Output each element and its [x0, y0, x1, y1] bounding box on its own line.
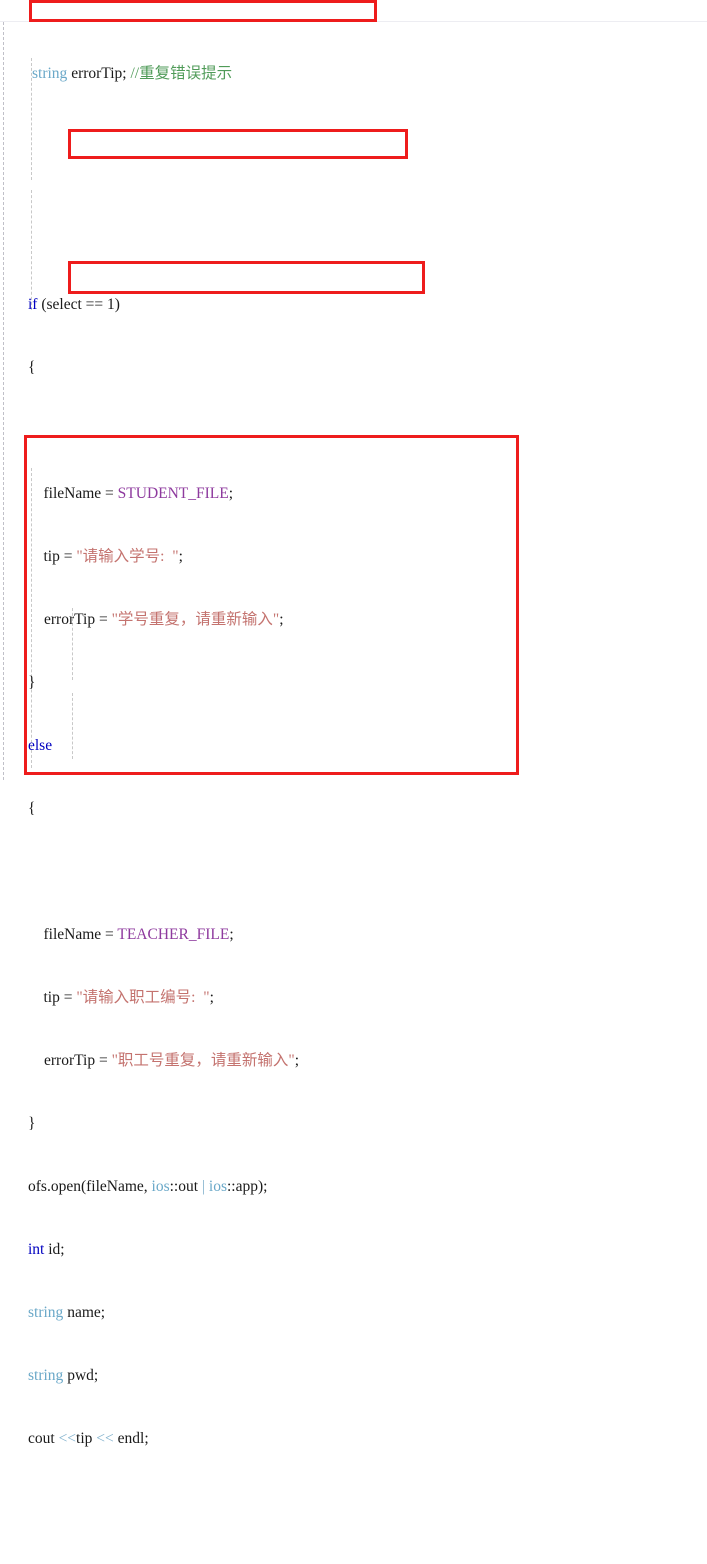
code-line: {	[28, 800, 36, 817]
token-type: string	[28, 1367, 64, 1384]
token-operator: <<	[58, 1430, 77, 1447]
token-string: "请输入职工编号: "	[76, 989, 210, 1006]
code-line: string pwd;	[28, 1367, 99, 1384]
code-line: fileName = STUDENT_FILE;	[28, 485, 234, 502]
token-type: string	[32, 65, 68, 82]
token-macro: STUDENT_FILE	[117, 485, 229, 502]
token-string: "请输入学号: "	[76, 548, 179, 565]
code-line: ofs.open(fileName, ios::out | ios::app);	[28, 1178, 268, 1195]
code-line: }	[28, 674, 36, 691]
code-line: if (select == 1)	[28, 296, 120, 313]
token-string: "职工号重复，请重新输入"	[111, 1052, 295, 1069]
token-keyword: int	[28, 1241, 45, 1258]
token-type: ios	[151, 1178, 170, 1195]
token-macro: TEACHER_FILE	[117, 926, 230, 943]
code-line: }	[28, 1115, 36, 1132]
code-line: errorTip = "职工号重复，请重新输入";	[44, 1052, 300, 1069]
code-line: tip = "请输入职工编号: ";	[28, 989, 214, 1006]
token-string: "学号重复，请重新输入"	[111, 611, 280, 628]
code-line: else	[0, 735, 707, 756]
code-line: string name;	[28, 1304, 106, 1321]
code-line: cout <<tip << endl;	[28, 1430, 149, 1447]
code-block: string errorTip; //重复错误提示 if (select == …	[0, 0, 707, 1564]
token-operator: <<	[96, 1430, 114, 1447]
token-keyword: else	[28, 737, 53, 754]
code-line: int id;	[28, 1241, 65, 1258]
code-line: string errorTip; //重复错误提示	[32, 65, 233, 82]
code-line: tip = "请输入学号: ";	[28, 548, 183, 565]
token-comment: //重复错误提示	[130, 65, 233, 82]
code-line: errorTip = "学号重复，请重新输入";	[44, 611, 284, 628]
code-line: {	[28, 359, 36, 376]
code-line: fileName = TEACHER_FILE;	[28, 926, 234, 943]
code-snippet-surface: string errorTip; //重复错误提示 if (select == …	[0, 0, 707, 1447]
token-type: ios	[208, 1178, 227, 1195]
token-type: string	[28, 1304, 64, 1321]
